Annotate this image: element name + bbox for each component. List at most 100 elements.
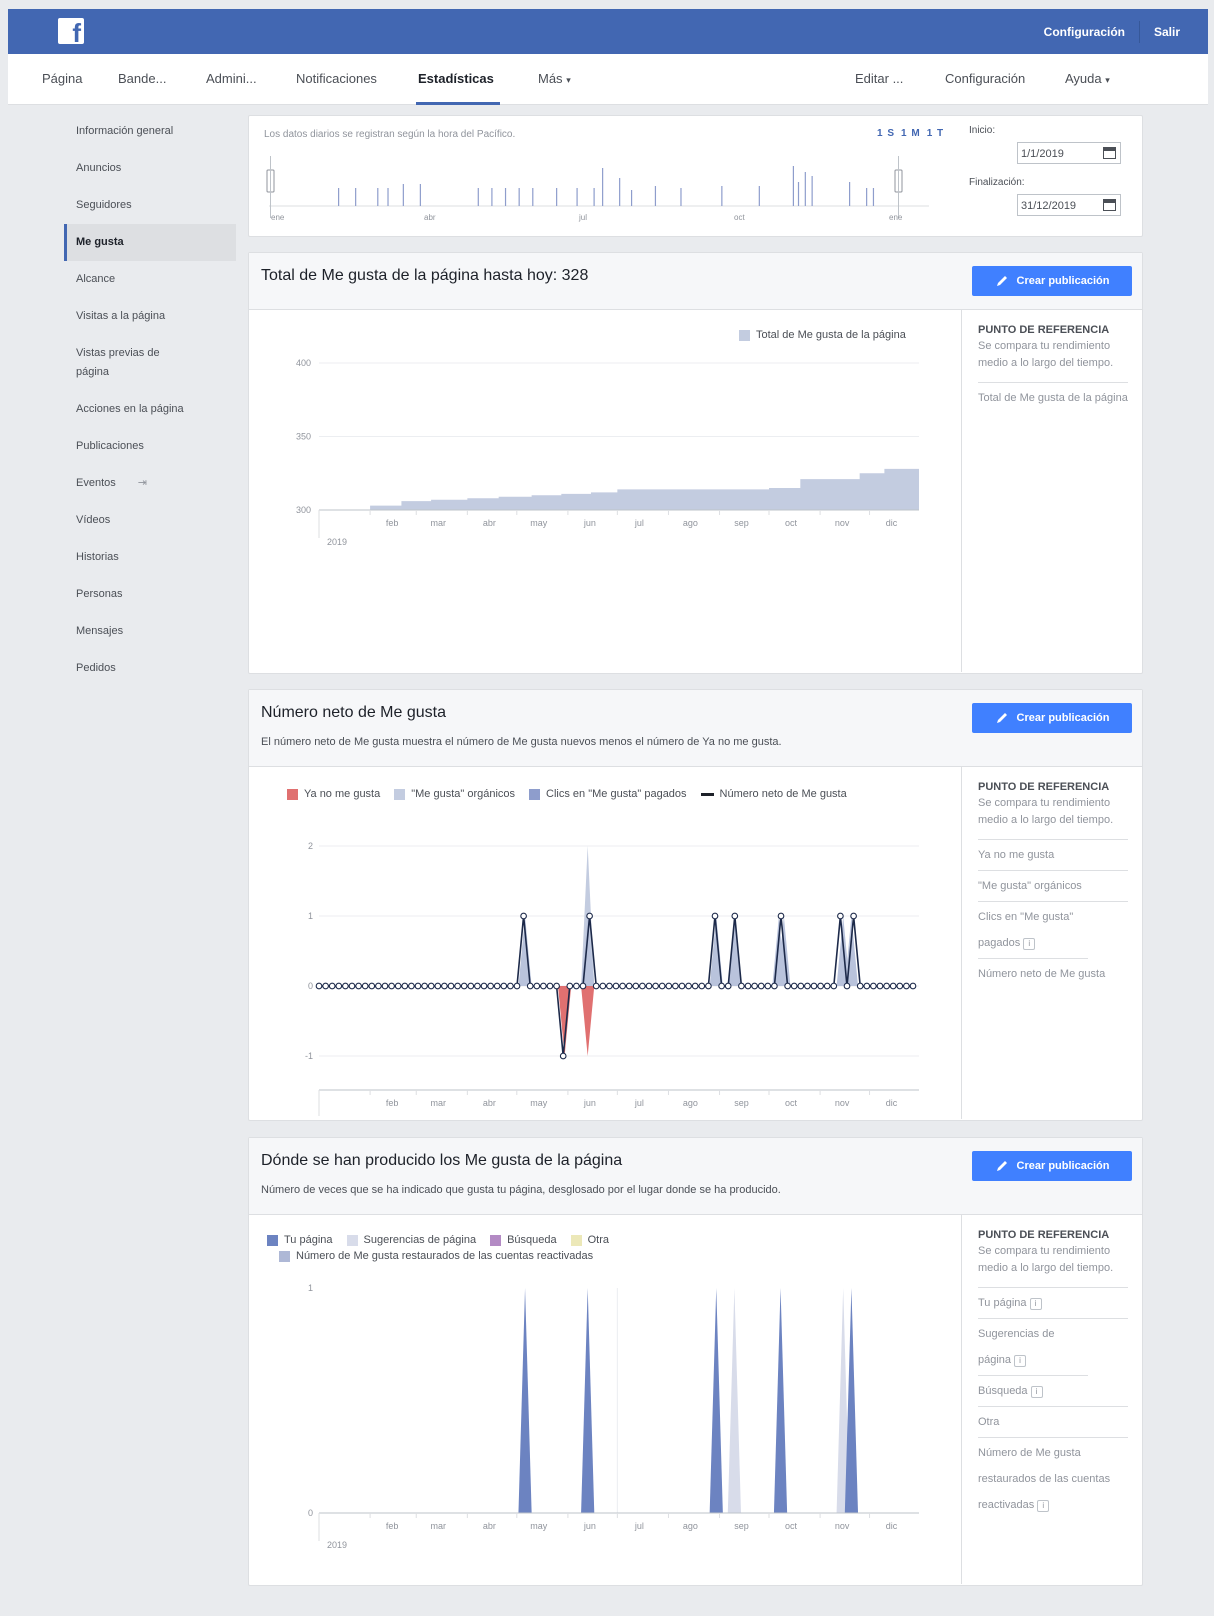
- nav-page[interactable]: Página: [42, 54, 82, 104]
- total-likes-card: Total de Me gusta de la página hasta hoy…: [248, 252, 1143, 674]
- top-links: Configuración Salir: [1044, 9, 1180, 54]
- benchmark-item[interactable]: Otra: [978, 1407, 1128, 1438]
- sidebar-item-page-previews[interactable]: Vistas previas de página: [64, 335, 198, 391]
- benchmark-item[interactable]: Sugerencias de página i: [978, 1319, 1088, 1376]
- legend-item[interactable]: Clics en "Me gusta" pagados: [529, 788, 687, 800]
- nav-help[interactable]: Ayuda ▾: [1065, 54, 1110, 104]
- x-tick-label: oct: [785, 1098, 798, 1108]
- x-tick-label: jul: [634, 1098, 644, 1108]
- create-post-button[interactable]: Crear publicación: [972, 1151, 1132, 1181]
- benchmark-title: PUNTO DE REFERENCIA: [978, 1229, 1110, 1241]
- end-date-input[interactable]: 31/12/2019: [1017, 194, 1121, 216]
- benchmark-item[interactable]: Clics en "Me gusta" pagados i: [978, 902, 1088, 959]
- benchmark-item[interactable]: Número de Me gusta restaurados de las cu…: [978, 1438, 1118, 1520]
- benchmark-item[interactable]: "Me gusta" orgánicos: [978, 871, 1128, 902]
- sidebar-item-stories[interactable]: Historias: [64, 539, 236, 576]
- benchmark-item[interactable]: Tu página i: [978, 1288, 1128, 1319]
- info-icon[interactable]: i: [1037, 1500, 1050, 1512]
- y-tick-label: 0: [308, 981, 313, 991]
- sidebar-item-videos[interactable]: Vídeos: [64, 502, 236, 539]
- net-likes-point: [823, 982, 831, 990]
- net-likes-point: [507, 982, 514, 990]
- sidebar-item-overview[interactable]: Información general: [64, 113, 236, 150]
- benchmark-item[interactable]: Búsqueda i: [978, 1376, 1128, 1407]
- sidebar-item-page-views[interactable]: Visitas a la página: [64, 298, 236, 335]
- sidebar-item-posts[interactable]: Publicaciones: [64, 428, 236, 465]
- sidebar-item-orders[interactable]: Pedidos: [64, 650, 236, 687]
- net-likes-point: [909, 982, 917, 990]
- net-likes-point: [434, 982, 442, 990]
- net-likes-point: [784, 982, 791, 990]
- benchmark-item[interactable]: Número neto de Me gusta: [978, 959, 1128, 989]
- info-icon[interactable]: i: [1014, 1355, 1027, 1367]
- card-description: Número de veces que se ha indicado que g…: [261, 1184, 781, 1196]
- info-icon[interactable]: i: [1023, 938, 1036, 950]
- preset-1-month[interactable]: 1 M: [901, 128, 921, 139]
- nav-insights[interactable]: Estadísticas: [416, 54, 500, 105]
- x-tick-label: sep: [734, 518, 749, 528]
- legend-item[interactable]: "Me gusta" orgánicos: [394, 788, 515, 800]
- legend-item[interactable]: Otra: [570, 1234, 609, 1246]
- card-header: Dónde se han producido los Me gusta de l…: [249, 1138, 1142, 1215]
- external-link-icon: ⇥: [137, 477, 147, 489]
- preset-1-week[interactable]: 1 S: [877, 128, 895, 139]
- sidebar-item-reach[interactable]: Alcance: [64, 261, 236, 298]
- sidebar-item-events[interactable]: Eventos ⇥: [64, 465, 236, 502]
- x-tick-label: jul: [634, 518, 644, 528]
- create-post-button[interactable]: Crear publicación: [972, 703, 1132, 733]
- legend-item[interactable]: Búsqueda: [490, 1234, 557, 1246]
- nav-admin[interactable]: Admini...: [206, 54, 257, 104]
- insights-sidebar: Información general Anuncios Seguidores …: [64, 113, 236, 687]
- net-likes-point: [553, 982, 560, 990]
- sidebar-item-people[interactable]: Personas: [64, 576, 236, 613]
- net-likes-point: [777, 912, 785, 920]
- net-likes-point: [665, 982, 673, 990]
- nav-notifications[interactable]: Notificaciones: [296, 54, 377, 104]
- legend-item[interactable]: Número de Me gusta restaurados de las cu…: [279, 1250, 593, 1262]
- x-tick-label: may: [530, 518, 548, 528]
- range-selector-chart[interactable]: ene abr jul oct ene: [259, 146, 949, 234]
- create-post-button[interactable]: Crear publicación: [972, 266, 1132, 296]
- sidebar-item-ads[interactable]: Anuncios: [64, 150, 236, 187]
- nav-more[interactable]: Más ▾: [538, 54, 571, 104]
- net-likes-point: [903, 982, 910, 990]
- net-likes-point: [414, 982, 422, 990]
- info-icon[interactable]: i: [1029, 1298, 1042, 1310]
- sidebar-item-likes[interactable]: Me gusta: [64, 224, 236, 261]
- benchmark-item[interactable]: Total de Me gusta de la página: [978, 383, 1128, 413]
- legend-item[interactable]: Tu página: [267, 1234, 333, 1246]
- nav-edit[interactable]: Editar ...: [855, 54, 903, 104]
- x-tick-label: nov: [835, 518, 850, 528]
- net-likes-point: [870, 982, 877, 990]
- card-description: El número neto de Me gusta muestra el nú…: [261, 736, 782, 748]
- legend-item[interactable]: Número neto de Me gusta: [700, 788, 847, 800]
- year-label: 2019: [327, 1540, 347, 1550]
- sidebar-item-followers[interactable]: Seguidores: [64, 187, 236, 224]
- benchmark-item[interactable]: Ya no me gusta: [978, 840, 1128, 871]
- year-label: 2019: [327, 537, 347, 547]
- sidebar-item-page-actions[interactable]: Acciones en la página: [64, 391, 198, 428]
- facebook-logo-icon[interactable]: f: [58, 18, 84, 46]
- x-tick-label: nov: [835, 1521, 850, 1531]
- net-likes-card: Número neto de Me gusta El número neto d…: [248, 689, 1143, 1121]
- nav-settings[interactable]: Configuración: [945, 54, 1025, 104]
- nav-inbox[interactable]: Bande...: [118, 54, 166, 104]
- net-likes-point: [401, 982, 409, 990]
- settings-link[interactable]: Configuración: [1044, 25, 1125, 39]
- mini-month-label: ene: [889, 213, 903, 222]
- total-likes-chart: 300 350 400 feb mar abr may jun jul ago sep oct nov d…: [296, 358, 919, 547]
- net-likes-point: [810, 982, 818, 990]
- x-tick-label: mar: [431, 518, 447, 528]
- preset-1-quarter[interactable]: 1 T: [927, 128, 944, 139]
- mini-month-label: abr: [424, 213, 436, 222]
- sidebar-item-messages[interactable]: Mensajes: [64, 613, 236, 650]
- legend-item[interactable]: Ya no me gusta: [287, 788, 380, 800]
- start-date-input[interactable]: 1/1/2019: [1017, 142, 1121, 164]
- net-likes-point: [559, 1052, 567, 1060]
- chevron-down-icon: ▾: [1105, 75, 1110, 85]
- legend-item[interactable]: Sugerencias de página: [346, 1234, 476, 1246]
- info-icon[interactable]: i: [1030, 1386, 1043, 1398]
- net-likes-point: [790, 982, 798, 990]
- date-range-panel: Los datos diarios se registran según la …: [248, 115, 1143, 237]
- logout-link[interactable]: Salir: [1154, 25, 1180, 39]
